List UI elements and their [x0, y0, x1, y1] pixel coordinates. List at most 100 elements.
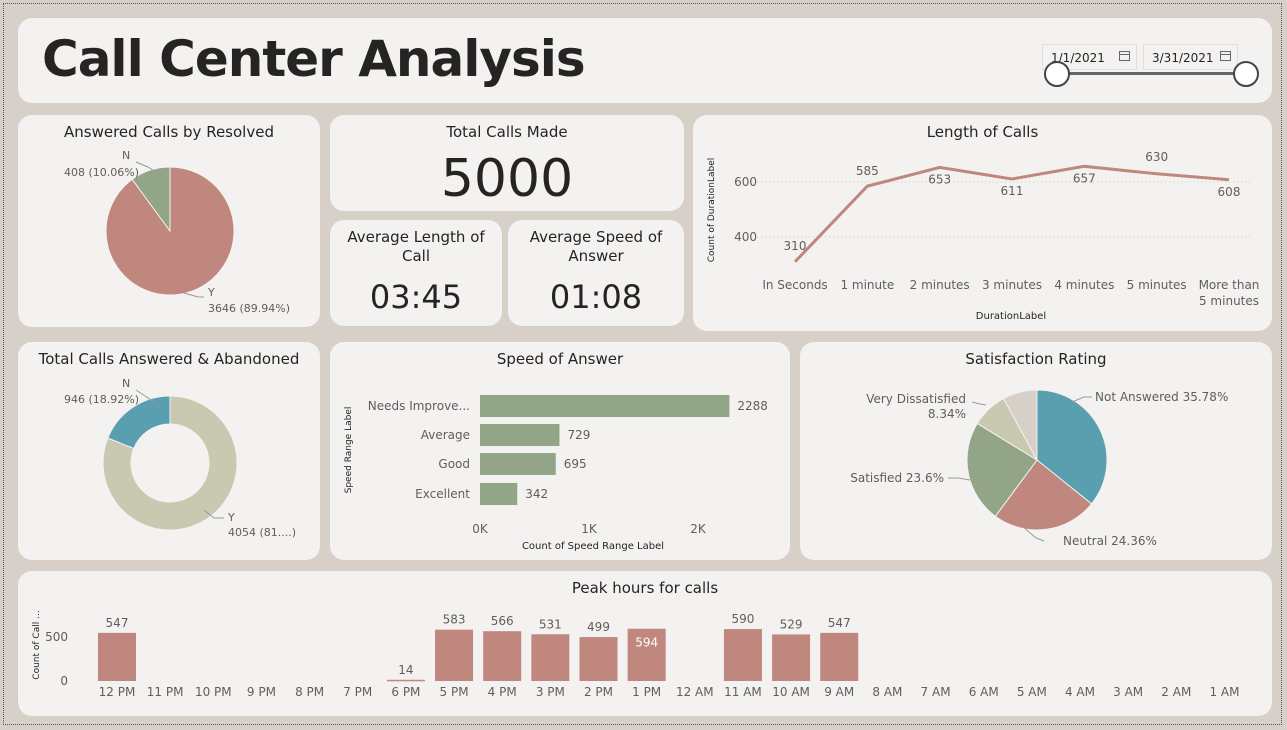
x-tick-label: 0K [472, 522, 489, 536]
leader-line [971, 401, 987, 406]
x-tick-label: 9 PM [247, 685, 276, 699]
calendar-icon[interactable] [1220, 51, 1231, 61]
slice-data-label: 946 (18.92%) [64, 393, 139, 406]
data-label: 2288 [737, 399, 768, 413]
x-tick-label: 1 PM [632, 685, 661, 699]
answered-title: Total Calls Answered & Abandoned [38, 350, 300, 368]
x-tick-label: In Seconds [762, 278, 827, 292]
slice-data-label: Not Answered 35.78% [1095, 390, 1228, 404]
bar [480, 424, 560, 446]
page-title: Call Center Analysis [42, 30, 586, 88]
data-label: 611 [1001, 184, 1024, 198]
x-tick-label: 1 AM [1209, 685, 1239, 699]
slice-data-label: Neutral 24.36% [1063, 534, 1157, 548]
x-tick-label: 3 PM [536, 685, 565, 699]
avg-speed-title: Average Speed of Answer [529, 228, 663, 265]
total-calls-card: Total Calls Made 5000 [330, 115, 684, 211]
speed-title: Speed of Answer [496, 350, 624, 368]
slice-data-label: Satisfied 23.6% [850, 471, 944, 485]
speed-card: Speed of Answer Needs Improve... 2288 Aver… [330, 342, 790, 560]
x-tick-label: 7 AM [921, 685, 951, 699]
bar [820, 632, 859, 681]
peak-card: Peak hours for calls 0 500 547 12 PM 11 PM 10… [18, 571, 1272, 716]
date-slider-end-handle[interactable] [1233, 61, 1259, 87]
x-tick-label: 2 AM [1161, 685, 1191, 699]
bar [723, 629, 762, 681]
answered-donut-chart: N 946 (18.92%) Y 4054 (81....) [64, 377, 296, 539]
x-tick-label: 6 AM [969, 685, 999, 699]
x-tick-label: 2 minutes [910, 278, 970, 292]
data-label: 590 [731, 612, 754, 626]
x-tick-label: 8 AM [872, 685, 902, 699]
resolved-pie-chart: N 408 (10.06%) Y 3646 (89.94%) [64, 149, 290, 315]
data-label: 14 [398, 663, 413, 677]
data-label: 630 [1145, 150, 1168, 164]
slice-data-label: 408 (10.06%) [64, 166, 139, 179]
slice-category-label: N [122, 377, 130, 390]
satisfaction-title: Satisfaction Rating [965, 350, 1107, 368]
bar [98, 632, 136, 681]
length-line-chart: 400 600 310 585 653 611 657 630 608 In Seconds 1 m… [707, 150, 1259, 322]
total-calls-title: Total Calls Made [446, 123, 568, 141]
bar [483, 631, 522, 681]
data-label: 310 [784, 239, 807, 253]
y-tick-label: 0 [60, 674, 68, 688]
date-slider-track[interactable] [1058, 72, 1246, 75]
end-date-value: 3/31/2021 [1152, 51, 1214, 65]
bar [531, 634, 570, 681]
header-card: Call Center Analysis 1/1/2021 3/31/2021 [18, 18, 1272, 103]
length-card: Length of Calls 400 600 310 585 653 611 657 630… [693, 115, 1272, 331]
bar [579, 637, 618, 681]
x-tick-label: 5 minutes [1199, 294, 1259, 308]
x-axis-title: DurationLabel [976, 311, 1046, 322]
data-label: 585 [856, 164, 879, 178]
bar [480, 453, 556, 475]
x-tick-label: 2 PM [584, 685, 613, 699]
x-tick-label: 9 AM [824, 685, 854, 699]
x-tick-label: 11 AM [724, 685, 762, 699]
slice-category-label: Y [207, 286, 215, 299]
x-tick-label: 1 minute [840, 278, 894, 292]
y-tick-label: 600 [734, 175, 757, 189]
answered-card: Total Calls Answered & Abandoned N 946 (1… [18, 342, 320, 560]
leader-line [1071, 396, 1092, 403]
x-tick-label: 4 PM [488, 685, 517, 699]
data-label: 547 [828, 616, 851, 630]
x-tick-label: 6 PM [391, 685, 420, 699]
end-date-input[interactable]: 3/31/2021 [1143, 44, 1238, 70]
x-tick-label: 12 PM [99, 685, 136, 699]
length-title: Length of Calls [926, 123, 1039, 141]
slice-data-label: Very Dissatisfied [866, 392, 966, 406]
leader-line [948, 477, 971, 481]
y-tick-label: 500 [45, 630, 68, 644]
data-label: 342 [525, 487, 548, 501]
x-tick-label: 4 minutes [1054, 278, 1114, 292]
x-tick-label: 11 PM [147, 685, 184, 699]
y-axis-title: Count of DurationLabel [707, 158, 717, 263]
data-label: 566 [491, 614, 514, 628]
bar [386, 679, 425, 682]
data-label: 653 [928, 172, 951, 186]
x-tick-label: 10 AM [772, 685, 810, 699]
y-tick-label: Needs Improve... [368, 399, 470, 413]
x-tick-label: 2K [690, 522, 707, 536]
satisfaction-card: Satisfaction Rating Not Answered 35.78% N… [800, 342, 1272, 560]
data-label: 729 [567, 428, 590, 442]
bar [480, 395, 730, 417]
slice-category-label: Y [227, 511, 235, 524]
data-label: 695 [564, 457, 587, 471]
satisfaction-pie-chart: Not Answered 35.78% Neutral 24.36% Satisfi… [850, 389, 1228, 548]
avg-speed-value: 01:08 [549, 278, 643, 316]
slice-data-label: 4054 (81....) [228, 526, 296, 539]
data-label: 608 [1218, 185, 1241, 199]
speed-bar-chart: Needs Improve... 2288 Average 729 Good 695 Exc… [344, 395, 768, 552]
series-line [793, 164, 1230, 263]
calendar-icon[interactable] [1119, 51, 1130, 61]
x-tick-label: 5 PM [440, 685, 469, 699]
x-tick-label: 8 PM [295, 685, 324, 699]
avg-length-card: Average Length of Call 03:45 [330, 220, 502, 326]
x-tick-label: 10 PM [195, 685, 232, 699]
avg-speed-card: Average Speed of Answer 01:08 [508, 220, 684, 326]
resolved-title: Answered Calls by Resolved [64, 123, 274, 141]
date-slider-start-handle[interactable] [1044, 61, 1070, 87]
